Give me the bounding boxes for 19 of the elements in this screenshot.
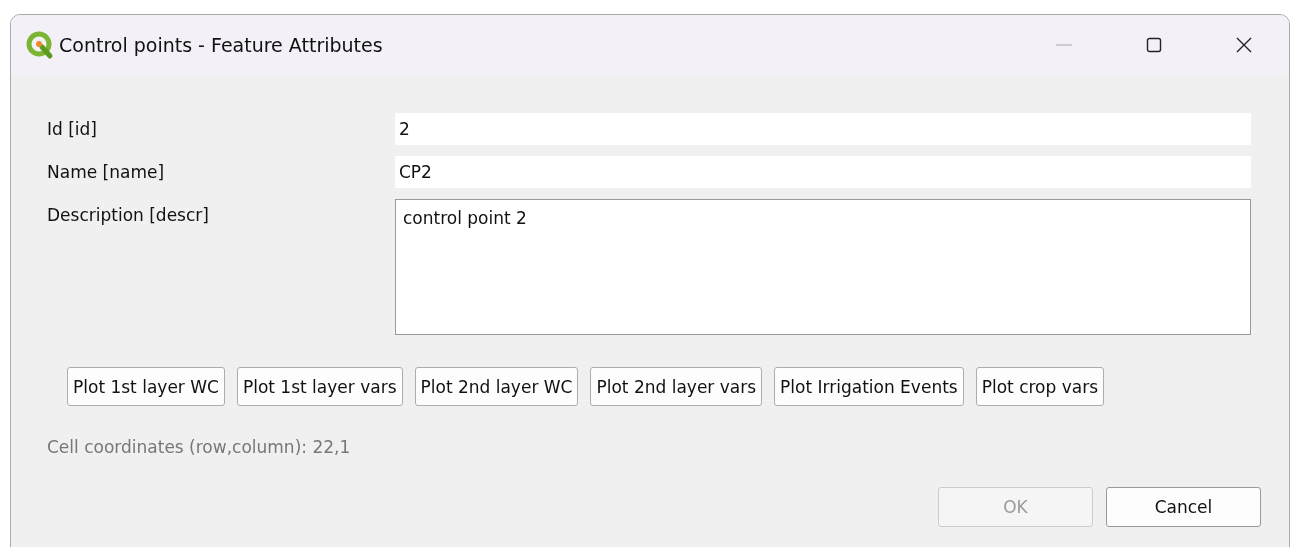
- plot-button[interactable]: Plot Irrigation Events: [774, 367, 964, 406]
- input-field[interactable]: CP2: [395, 156, 1251, 188]
- plot-button[interactable]: Plot crop vars: [975, 367, 1104, 406]
- close-icon: [1236, 37, 1252, 53]
- minimize-icon: [1056, 44, 1072, 46]
- field-label: Id [id]: [47, 118, 98, 141]
- field-label: Description [descr]: [47, 204, 210, 227]
- plot-button[interactable]: Plot 1st layer WC: [67, 367, 225, 406]
- input-field[interactable]: 2: [395, 113, 1251, 145]
- dialog-button[interactable]: Cancel: [1106, 487, 1261, 527]
- plot-button[interactable]: Plot 2nd layer vars: [590, 367, 763, 406]
- logo-icon: [25, 30, 55, 60]
- plot-button[interactable]: Plot 2nd layer WC: [414, 367, 579, 406]
- plot-button[interactable]: Plot 1st layer vars: [236, 367, 403, 406]
- status-text: Cell coordinates (row,column): 22,1: [47, 437, 352, 457]
- window-title: Control points - Feature Attributes: [59, 34, 383, 56]
- text-area[interactable]: control point 2: [395, 199, 1251, 335]
- maximize-icon: [1146, 37, 1162, 53]
- field-label: Name [name]: [47, 161, 166, 184]
